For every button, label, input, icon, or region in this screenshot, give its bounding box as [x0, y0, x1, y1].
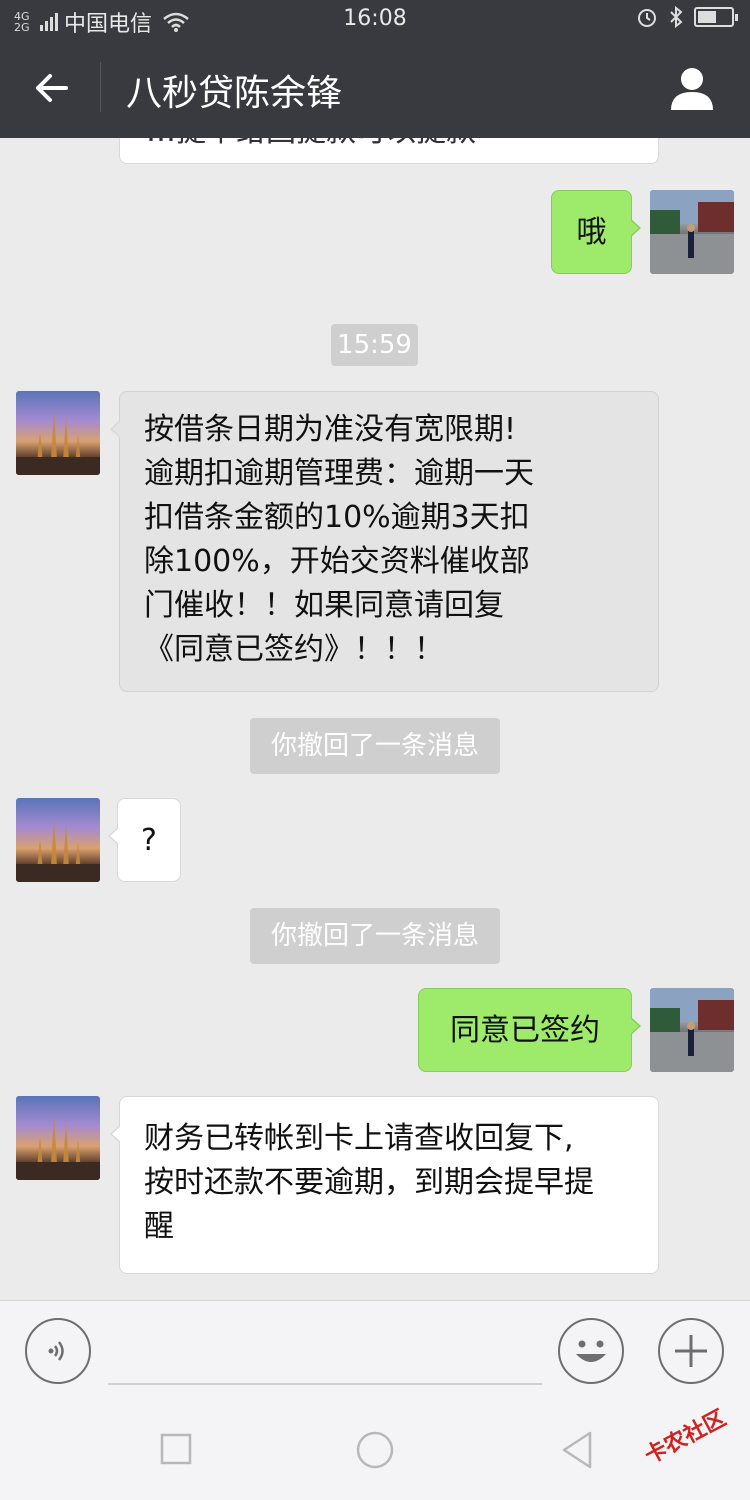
- cathedral-photo-icon: [16, 818, 100, 882]
- message-text: …提早给回提款可以提款: [146, 138, 476, 149]
- back-arrow-icon[interactable]: [30, 66, 74, 110]
- status-bar: 4G 2G 中国电信 16:08: [0, 0, 750, 38]
- street-photo-icon: [650, 190, 734, 274]
- message-text: 同意已签约: [450, 1013, 600, 1048]
- message-line: 门催收！！如果同意请回复: [144, 588, 504, 623]
- home-icon[interactable]: [355, 1430, 395, 1470]
- contact-avatar[interactable]: [16, 1096, 100, 1180]
- message-line: 《同意已签约》！！！: [144, 632, 444, 667]
- incoming-message-bubble[interactable]: 财务已转帐到卡上请查收回复下, 按时还款不要逾期，到期会提早提 醒: [110, 1096, 659, 1274]
- add-button[interactable]: [658, 1318, 724, 1384]
- system-notice: 你撤回了一条消息: [250, 718, 500, 774]
- system-notice-text: 你撤回了一条消息: [270, 921, 479, 951]
- status-right: [636, 6, 738, 28]
- message-text: ?: [141, 823, 157, 858]
- contact-avatar[interactable]: [16, 391, 100, 475]
- profile-icon[interactable]: [668, 64, 716, 112]
- bluetooth-icon: [670, 6, 683, 28]
- cathedral-photo-icon: [16, 1116, 100, 1180]
- emoji-icon: [576, 1340, 606, 1362]
- timestamp-label: 15:59: [331, 324, 418, 366]
- message-line: 逾期扣逾期管理费：逾期一天: [144, 456, 534, 491]
- message-line: 醒: [144, 1209, 174, 1244]
- system-notice-text: 你撤回了一条消息: [270, 731, 479, 761]
- my-avatar[interactable]: [650, 190, 734, 274]
- contact-avatar[interactable]: [16, 798, 100, 882]
- message-line: 扣借条金额的10%逾期3天扣: [144, 500, 530, 535]
- back-icon[interactable]: [560, 1430, 596, 1470]
- battery-level: [698, 11, 716, 23]
- chat-header: 八秒贷陈余锋: [0, 38, 750, 138]
- header-divider: [100, 62, 101, 112]
- message-line: 按借条日期为准没有宽限期!: [144, 412, 517, 447]
- system-notice: 你撤回了一条消息: [250, 908, 500, 964]
- system-navigation-bar: [0, 1400, 750, 1500]
- message-text: 哦: [576, 215, 607, 250]
- input-bar: [0, 1300, 750, 1400]
- my-avatar[interactable]: [650, 988, 734, 1072]
- message-line: 除100%，开始交资料催收部: [144, 544, 530, 579]
- cathedral-photo-icon: [16, 411, 100, 475]
- message-line: 财务已转帐到卡上请查收回复下,: [144, 1121, 574, 1156]
- message-bubble-partial: …提早给回提款可以提款: [119, 138, 659, 164]
- outgoing-message-bubble[interactable]: 哦: [551, 190, 641, 274]
- voice-button[interactable]: [25, 1318, 91, 1384]
- voice-icon: [48, 1341, 64, 1361]
- alarm-icon: [638, 9, 656, 27]
- battery-icon: [694, 7, 738, 27]
- message-line: 按时还款不要逾期，到期会提早提: [144, 1165, 594, 1200]
- chat-title: 八秒贷陈余锋: [126, 73, 343, 114]
- incoming-message-bubble[interactable]: ?: [108, 798, 181, 882]
- incoming-message-bubble[interactable]: 按借条日期为准没有宽限期! 逾期扣逾期管理费：逾期一天 扣借条金额的10%逾期3…: [110, 391, 659, 692]
- message-list[interactable]: …提早给回提款可以提款 哦 15:59 按借条日期为准没有宽限期! 逾期扣逾期管…: [0, 138, 750, 1300]
- street-photo-icon: [650, 988, 734, 1072]
- outgoing-message-bubble[interactable]: 同意已签约: [418, 988, 641, 1072]
- timestamp-text: 15:59: [337, 330, 412, 360]
- emoji-button[interactable]: [558, 1318, 624, 1384]
- plus-icon: [675, 1335, 707, 1367]
- recent-apps-icon[interactable]: [160, 1433, 194, 1467]
- message-input[interactable]: [108, 1383, 542, 1385]
